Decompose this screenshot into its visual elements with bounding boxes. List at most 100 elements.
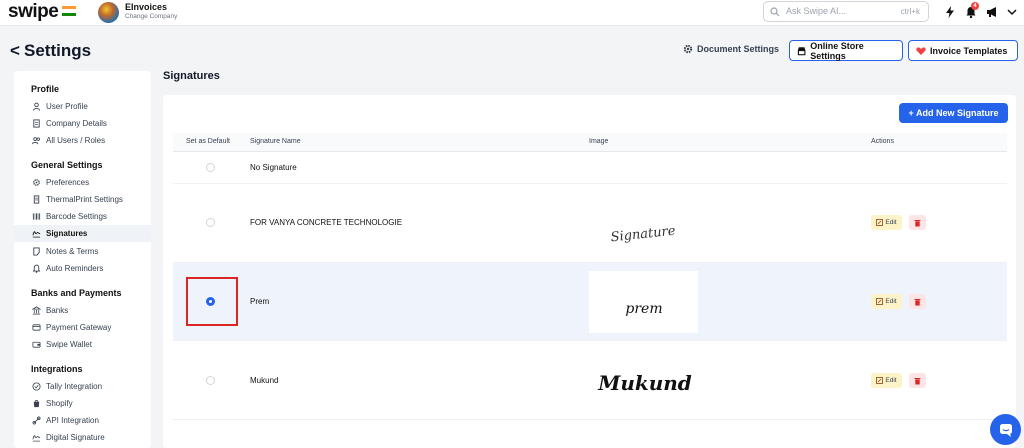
online-store-settings-label: Online Store Settings: [810, 40, 864, 61]
svg-text:Mukund: Mukund: [597, 371, 692, 395]
edit-button[interactable]: Edit: [871, 373, 902, 388]
settings-sidebar: Profile User Profile Company Details All…: [14, 71, 151, 448]
document-icon: [33, 119, 40, 128]
chevron-down-icon[interactable]: [1005, 5, 1019, 19]
search-placeholder: Ask Swipe AI...: [786, 6, 847, 16]
sidebar-item-label: Company Details: [46, 119, 107, 128]
sidebar-item-label: Swipe Wallet: [46, 340, 92, 349]
chat-icon: [999, 423, 1012, 437]
default-radio[interactable]: [206, 218, 215, 227]
signature-image: Signature: [589, 198, 698, 260]
sidebar-item-label: Banks: [46, 306, 69, 315]
back-button[interactable]: <: [10, 41, 20, 61]
sidebar-item-tally[interactable]: Tally Integration: [14, 378, 151, 395]
sidebar-item-label: Barcode Settings: [46, 212, 107, 221]
sidebar-item-banks[interactable]: Banks: [14, 302, 151, 319]
delete-button[interactable]: [909, 215, 926, 230]
company-name[interactable]: EInvoices: [125, 2, 167, 12]
signature-icon: [32, 231, 41, 238]
search-icon: [770, 7, 780, 17]
table-row[interactable]: [173, 153, 1007, 184]
megaphone-icon[interactable]: [985, 5, 999, 19]
store-icon: [797, 46, 806, 55]
column-header-name: Signature Name: [250, 138, 301, 145]
bank-icon: [32, 306, 41, 315]
sidebar-item-signatures[interactable]: Signatures: [14, 225, 151, 242]
sidebar-item-company-details[interactable]: Company Details: [14, 115, 151, 132]
sidebar-item-api[interactable]: API Integration: [14, 412, 151, 429]
signature-image-text: Signature: [610, 224, 677, 246]
signatures-title: Signatures: [163, 70, 220, 82]
sidebar-section-profile: Profile: [31, 84, 60, 94]
sidebar-item-label: Preferences: [46, 178, 90, 187]
signature-name: Mukund: [250, 376, 279, 385]
sidebar-item-swipe-wallet[interactable]: Swipe Wallet: [14, 336, 151, 353]
sidebar-section-banks-payments: Banks and Payments: [31, 288, 122, 298]
sidebar-section-general-settings: General Settings: [31, 160, 103, 170]
sidebar-item-label: Digital Signature: [46, 433, 105, 442]
sidebar-item-label: User Profile: [46, 102, 88, 111]
sidebar-item-preferences[interactable]: Preferences: [14, 174, 151, 191]
signature-image: prem: [589, 271, 698, 333]
edit-button[interactable]: Edit: [871, 215, 902, 230]
document-settings-label: Document Settings: [697, 44, 780, 54]
sidebar-item-payment-gateway[interactable]: Payment Gateway: [14, 319, 151, 336]
edit-icon: [876, 298, 884, 305]
delete-button[interactable]: [909, 294, 926, 309]
page-title: Settings: [24, 41, 92, 60]
add-new-signature-button[interactable]: + Add New Signature: [899, 103, 1008, 123]
sidebar-item-barcode[interactable]: Barcode Settings: [14, 208, 151, 225]
default-radio[interactable]: [206, 376, 215, 385]
sidebar-item-label: Tally Integration: [46, 382, 103, 391]
sidebar-item-user-profile[interactable]: User Profile: [14, 98, 151, 115]
edit-icon: [876, 377, 884, 384]
sidebar-item-label: ThermalPrint Settings: [46, 195, 123, 204]
sidebar-item-digital-signature[interactable]: Digital Signature: [14, 429, 151, 446]
search-input[interactable]: Ask Swipe AI... ctrl+k: [763, 1, 929, 22]
edit-label: Edit: [885, 298, 897, 305]
credit-card-icon: [32, 324, 41, 331]
trash-icon: [914, 377, 921, 384]
sidebar-item-label: Payment Gateway: [46, 323, 112, 332]
invoice-templates-label: Invoice Templates: [930, 45, 1008, 56]
user-icon: [32, 102, 41, 111]
edit-button[interactable]: Edit: [871, 294, 902, 309]
chat-button[interactable]: [990, 414, 1021, 445]
top-bar: swipe EInvoices Change Company Ask Swipe…: [0, 0, 1024, 26]
heart-icon: [916, 46, 926, 55]
signature-image-text: Mukund: [597, 371, 692, 395]
signature-name: No Signature: [250, 163, 297, 172]
india-flag-icon: [62, 6, 76, 16]
sidebar-item-label: Signatures: [46, 229, 88, 238]
signature-image: Mukund: [589, 350, 698, 412]
swipe-logo[interactable]: swipe: [8, 1, 59, 23]
document-settings-button[interactable]: Document Settings: [683, 44, 779, 54]
bolt-icon[interactable]: [943, 5, 957, 19]
api-icon: [32, 416, 41, 425]
company-avatar[interactable]: [98, 2, 119, 23]
sidebar-item-all-users[interactable]: All Users / Roles: [14, 132, 151, 149]
online-store-settings-button[interactable]: Online Store Settings: [789, 40, 903, 61]
default-radio[interactable]: [206, 163, 215, 172]
sidebar-item-label: Notes & Terms: [46, 247, 99, 256]
edit-icon: [876, 219, 884, 226]
delete-button[interactable]: [909, 373, 926, 388]
change-company-link[interactable]: Change Company: [125, 13, 177, 20]
users-icon: [32, 137, 40, 145]
printer-icon: [33, 195, 40, 204]
sidebar-item-shopify[interactable]: Shopify: [14, 395, 151, 412]
sidebar-item-auto-reminders[interactable]: Auto Reminders: [14, 260, 151, 277]
invoice-templates-button[interactable]: Invoice Templates: [908, 40, 1018, 61]
edit-label: Edit: [885, 377, 897, 384]
gear-icon: [33, 179, 40, 186]
signature-name: Prem: [250, 297, 270, 306]
sidebar-item-thermalprint[interactable]: ThermalPrint Settings: [14, 191, 151, 208]
edit-label: Edit: [885, 219, 897, 226]
sidebar-item-label: Auto Reminders: [46, 264, 104, 273]
trash-icon: [914, 219, 921, 226]
sidebar-item-label: All Users / Roles: [46, 136, 106, 145]
sidebar-section-integrations: Integrations: [31, 364, 83, 374]
sidebar-item-notes-terms[interactable]: Notes & Terms: [14, 243, 151, 260]
column-header-actions: Actions: [871, 138, 894, 145]
column-header-default: Set as Default: [186, 138, 230, 145]
